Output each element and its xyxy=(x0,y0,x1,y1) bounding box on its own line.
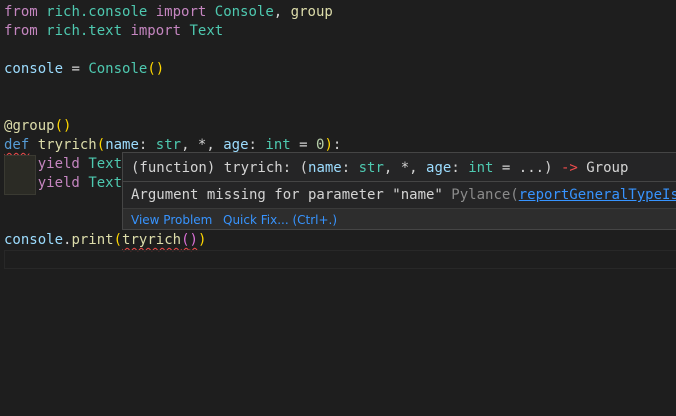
punctuation: , *, xyxy=(181,137,224,153)
class-name: Console xyxy=(88,61,148,77)
code-line-9[interactable]: yield Text xyxy=(4,155,122,174)
code-line-12[interactable]: console.print(tryrich()) xyxy=(4,231,206,250)
import-name: Console xyxy=(214,4,274,20)
sig-type: str xyxy=(358,160,384,176)
paren: ( xyxy=(113,232,123,248)
operator: = xyxy=(71,61,80,77)
module-name: rich.text xyxy=(46,23,123,39)
param: name xyxy=(105,137,139,153)
paren: ( xyxy=(181,232,190,248)
sig-colon: : xyxy=(451,160,469,176)
code-line-1[interactable]: from rich.console import Console, group xyxy=(4,3,333,22)
param: age xyxy=(223,137,249,153)
paren: ( xyxy=(96,137,106,153)
diagnostic-rule-link[interactable]: reportGeneralTypeIs xyxy=(519,187,676,203)
sig-type: int xyxy=(468,160,494,176)
hover-popup[interactable]: (function) tryrich: (name: str, *, age: … xyxy=(122,152,676,230)
sig-return: Group xyxy=(577,160,629,176)
diagnostic-text: Argument missing for parameter "name" xyxy=(131,187,443,203)
hover-signature: (function) tryrich: (name: str, *, age: … xyxy=(131,157,628,179)
diagnostic-message: Argument missing for parameter "name" Py… xyxy=(131,184,676,206)
punctuation: , xyxy=(273,4,283,20)
punctuation: : xyxy=(138,137,148,153)
sig-prefix: (function) tryrich: ( xyxy=(131,160,309,176)
quick-fix-link[interactable]: Quick Fix... (Ctrl+.) xyxy=(223,212,337,228)
module-name: rich.console xyxy=(46,4,148,20)
keyword: def xyxy=(4,137,30,153)
method-name: print xyxy=(71,232,114,248)
paren: ) xyxy=(63,118,72,134)
type-name: int xyxy=(265,137,291,153)
variable: console xyxy=(4,61,64,77)
keyword: import xyxy=(155,4,207,20)
paren: ) xyxy=(155,61,165,77)
sig-rest: = ...) xyxy=(493,160,561,176)
code-line-10[interactable]: yield Text xyxy=(4,174,122,193)
operator: = xyxy=(299,137,308,153)
paren: ( xyxy=(147,61,156,77)
class-name: Text xyxy=(88,156,123,172)
decorator-name: group xyxy=(12,118,55,134)
code-line-2[interactable]: from rich.text import Text xyxy=(4,22,223,41)
code-line-7[interactable]: @group() xyxy=(4,117,71,136)
paren: ( xyxy=(54,118,64,134)
keyword: import xyxy=(130,23,182,39)
import-name: Text xyxy=(189,23,224,39)
type-name: str xyxy=(155,137,182,153)
punctuation: : xyxy=(332,137,342,153)
sig-param: name xyxy=(308,160,342,176)
function-name: tryrich xyxy=(37,137,97,153)
sig-arrow: -> xyxy=(560,160,578,176)
hover-actions: View Problem Quick Fix... (Ctrl+.) xyxy=(123,209,676,229)
diagnostic-source: Pylance( xyxy=(442,187,519,203)
keyword: from xyxy=(4,23,38,39)
keyword: from xyxy=(4,4,38,20)
class-name: Text xyxy=(88,175,123,191)
paren: ) xyxy=(324,137,333,153)
sig-colon: : xyxy=(341,160,359,176)
view-problem-link[interactable]: View Problem xyxy=(131,212,212,228)
punctuation: : xyxy=(248,137,257,153)
paren: ) xyxy=(197,232,207,248)
error-call[interactable]: tryrich xyxy=(122,232,181,248)
paren: ) xyxy=(189,232,198,248)
code-line-4[interactable]: console = Console() xyxy=(4,60,164,79)
import-name: group xyxy=(290,4,333,20)
sig-param: age xyxy=(426,160,452,176)
variable: console xyxy=(4,232,64,248)
keyword: yield xyxy=(37,175,80,191)
divider xyxy=(123,181,676,182)
keyword: yield xyxy=(37,156,80,172)
current-line-highlight xyxy=(4,250,676,269)
sig-mid: , *, xyxy=(383,160,427,176)
code-editor[interactable]: from rich.console import Console, group … xyxy=(0,0,676,416)
